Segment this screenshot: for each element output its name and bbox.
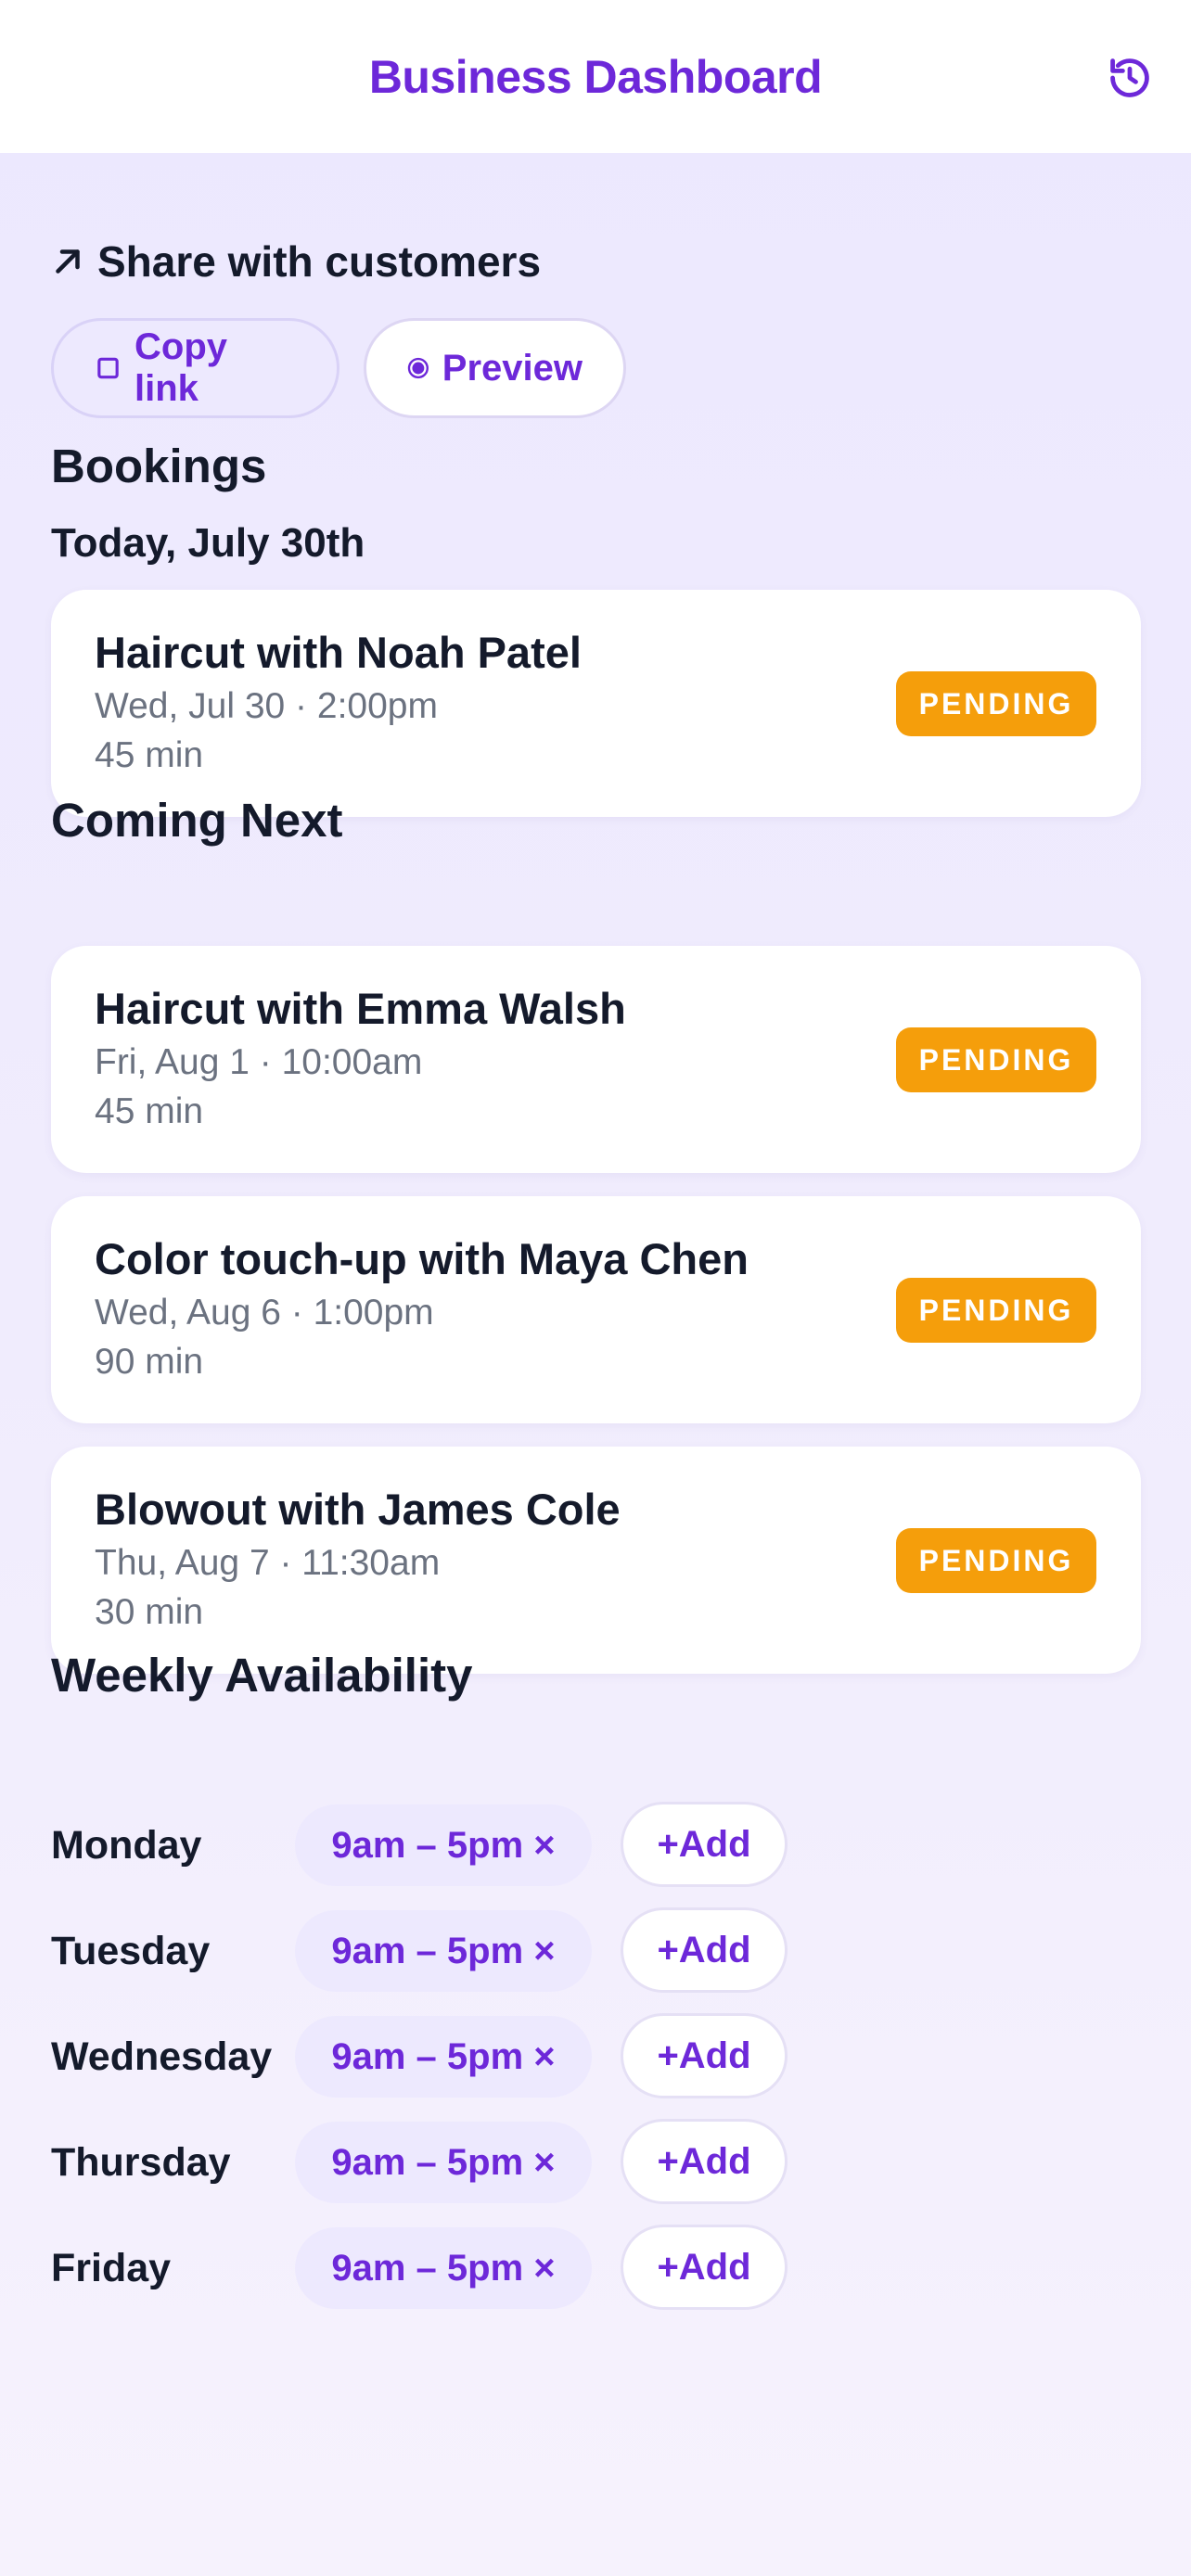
- availability-heading: Weekly Availability: [51, 1649, 473, 1702]
- booking-title: Blowout with James Cole: [95, 1485, 621, 1534]
- today-heading: Today, July 30th: [51, 520, 365, 566]
- refresh-icon: [1110, 58, 1149, 97]
- copy-link-button[interactable]: Copy link: [51, 318, 339, 418]
- day-label: Monday: [51, 1823, 202, 1868]
- status-badge: PENDING: [896, 1027, 1096, 1092]
- booking-card[interactable]: Blowout with James Cole Thu, Aug 7 · 11:…: [51, 1447, 1141, 1674]
- page-title: Business Dashboard: [368, 50, 823, 103]
- booking-card[interactable]: Color touch-up with Maya Chen Wed, Aug 6…: [51, 1196, 1141, 1423]
- availability-row: Monday 9am – 5pm × +Add: [51, 1802, 1141, 1888]
- refresh-button[interactable]: [1104, 52, 1156, 104]
- add-slot-button[interactable]: +Add: [621, 1802, 788, 1887]
- booking-datetime: Fri, Aug 1 · 10:00am: [95, 1042, 423, 1082]
- booking-title: Color touch-up with Maya Chen: [95, 1234, 749, 1283]
- availability-row: Tuesday 9am – 5pm × +Add: [51, 1907, 1141, 1994]
- time-slot-chip[interactable]: 9am – 5pm ×: [295, 2227, 592, 2309]
- app-header: Business Dashboard: [0, 0, 1191, 153]
- share-title-text: Share with customers: [97, 237, 542, 286]
- booking-card[interactable]: Haircut with Emma Walsh Fri, Aug 1 · 10:…: [51, 946, 1141, 1173]
- coming-next-heading: Coming Next: [51, 794, 343, 847]
- copy-icon: [97, 357, 119, 379]
- preview-icon: [407, 357, 429, 379]
- add-slot-button[interactable]: +Add: [621, 1907, 788, 1993]
- booking-title: Haircut with Emma Walsh: [95, 984, 626, 1033]
- booking-duration: 90 min: [95, 1342, 204, 1382]
- time-slot-chip[interactable]: 9am – 5pm ×: [295, 1910, 592, 1992]
- booking-duration: 45 min: [95, 1091, 204, 1131]
- copy-link-label: Copy link: [134, 326, 227, 409]
- preview-label: Preview: [442, 347, 583, 389]
- status-badge: PENDING: [896, 1528, 1096, 1593]
- time-slot-chip[interactable]: 9am – 5pm ×: [295, 2122, 592, 2203]
- booking-datetime: Thu, Aug 7 · 11:30am: [95, 1543, 441, 1583]
- add-slot-button[interactable]: +Add: [621, 2013, 788, 2098]
- add-slot-button[interactable]: +Add: [621, 2225, 788, 2310]
- booking-duration: 30 min: [95, 1592, 204, 1632]
- booking-datetime: Wed, Jul 30 · 2:00pm: [95, 686, 438, 726]
- status-badge: PENDING: [896, 1278, 1096, 1343]
- add-slot-button[interactable]: +Add: [621, 2119, 788, 2204]
- arrow-up-right-icon: [56, 249, 80, 274]
- availability-row: Thursday 9am – 5pm × +Add: [51, 2119, 1141, 2205]
- booking-datetime: Wed, Aug 6 · 1:00pm: [95, 1293, 434, 1333]
- availability-row: Friday 9am – 5pm × +Add: [51, 2225, 1141, 2311]
- share-buttons: Copy link Preview: [51, 318, 626, 418]
- share-section-title: Share with customers: [51, 236, 541, 287]
- day-label: Tuesday: [51, 1929, 211, 1973]
- booking-duration: 45 min: [95, 735, 204, 775]
- time-slot-chip[interactable]: 9am – 5pm ×: [295, 2016, 592, 2098]
- time-slot-chip[interactable]: 9am – 5pm ×: [295, 1804, 592, 1886]
- day-label: Wednesday: [51, 2034, 273, 2079]
- preview-button[interactable]: Preview: [364, 318, 626, 418]
- bookings-heading: Bookings: [51, 440, 267, 492]
- booking-title: Haircut with Noah Patel: [95, 628, 582, 677]
- status-badge: PENDING: [896, 671, 1096, 736]
- day-label: Friday: [51, 2246, 172, 2290]
- day-label: Thursday: [51, 2140, 231, 2185]
- availability-row: Wednesday 9am – 5pm × +Add: [51, 2013, 1141, 2099]
- booking-card[interactable]: Haircut with Noah Patel Wed, Jul 30 · 2:…: [51, 590, 1141, 817]
